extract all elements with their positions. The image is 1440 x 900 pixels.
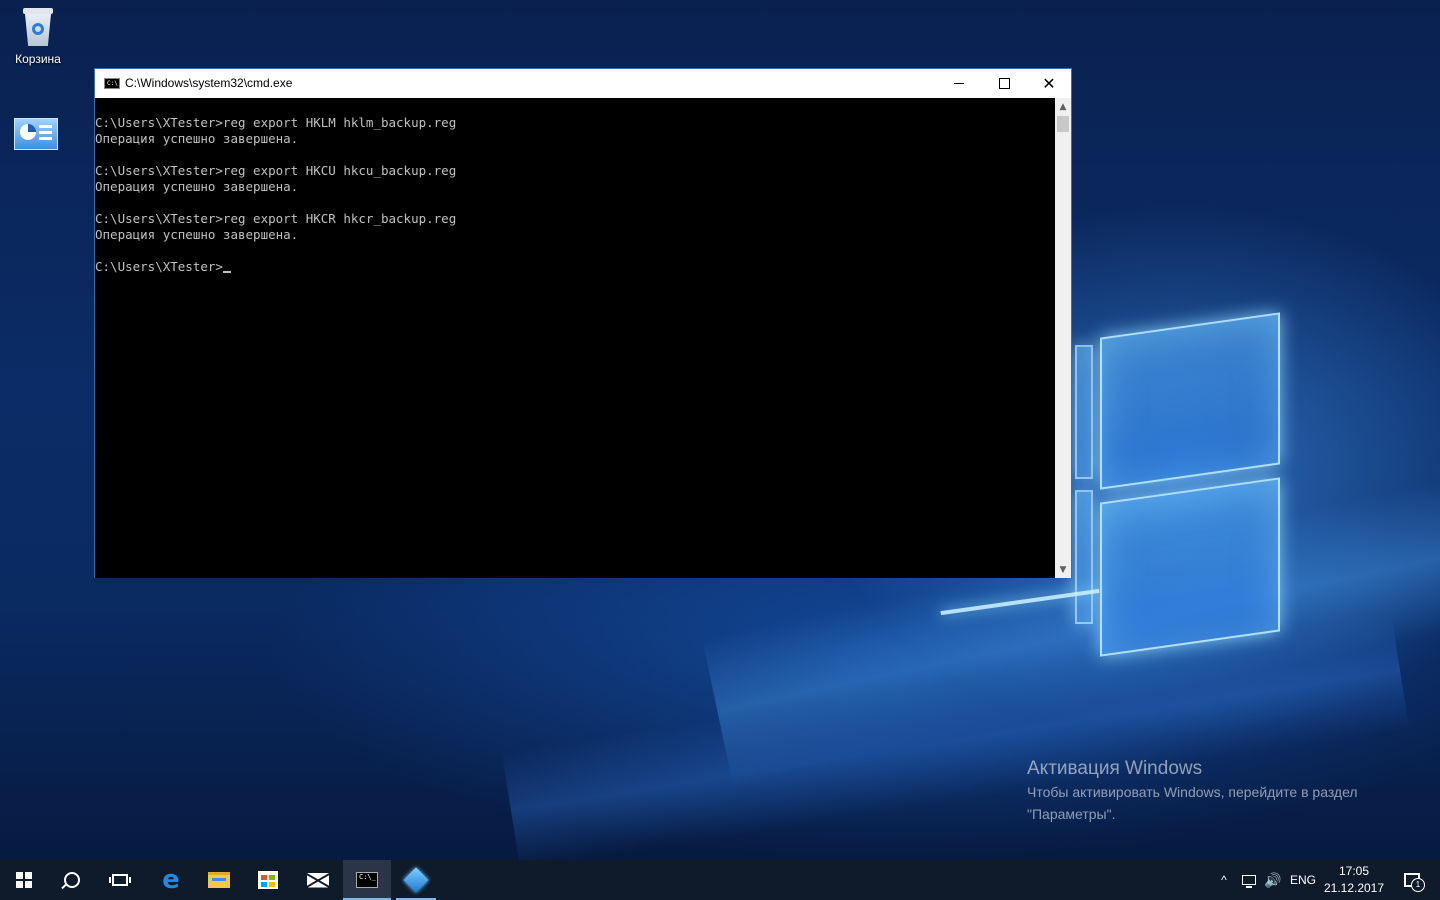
taskbar-cmd[interactable]: C:\_ (343, 860, 391, 900)
wallpaper-logo-pane (1100, 477, 1280, 657)
action-center-button[interactable]: 1 (1394, 860, 1430, 900)
console-line: C:\Users\XTester>reg export HKCU hkcu_ba… (95, 163, 457, 178)
mail-icon (307, 872, 329, 888)
wallpaper-logo-pane (1075, 345, 1093, 479)
notification-count-badge: 1 (1411, 878, 1425, 892)
control-panel-icon (14, 118, 58, 150)
store-icon (258, 871, 278, 889)
taskbar-app[interactable] (392, 860, 440, 900)
close-button[interactable]: ✕ (1026, 69, 1072, 98)
volume-icon: 🔊 (1264, 871, 1282, 888)
activation-line-2: "Параметры". (1027, 806, 1116, 822)
cmd-icon: C:\ (104, 78, 120, 89)
taskbar-store[interactable] (244, 860, 292, 900)
wallpaper-logo-pane (1100, 312, 1280, 490)
vertical-scrollbar[interactable]: ▲ ▼ (1055, 98, 1071, 578)
task-view-button[interactable] (96, 860, 144, 900)
search-icon (64, 872, 80, 888)
language-indicator[interactable]: ENG (1289, 860, 1317, 900)
console-line: Операция успешно завершена. (95, 131, 299, 146)
console-prompt: C:\Users\XTester> (95, 259, 223, 274)
show-hidden-icons-button[interactable]: ^ (1216, 860, 1232, 900)
minimize-button[interactable] (936, 69, 982, 98)
language-label: ENG (1289, 873, 1316, 887)
cube-icon (403, 867, 429, 893)
desktop-icon-control-panel[interactable] (14, 118, 58, 150)
close-icon: ✕ (1042, 73, 1056, 93)
console-line: C:\Users\XTester>reg export HKCR hkcr_ba… (95, 211, 457, 226)
search-button[interactable] (48, 860, 96, 900)
cmd-window: C:\ C:\Windows\system32\cmd.exe ✕ C:\Use… (94, 68, 1072, 578)
scrollbar-thumb[interactable] (1057, 116, 1069, 132)
taskbar-mail[interactable] (294, 860, 342, 900)
activation-watermark: Активация Windows Чтобы активировать Win… (1027, 758, 1358, 824)
taskbar-file-explorer[interactable] (195, 860, 243, 900)
desktop-icon-recycle-bin[interactable]: Корзина (2, 6, 74, 66)
taskbar: e C:\_ ^ 🔊 ENG 17:05 21.12.2017 1 (0, 860, 1440, 900)
taskbar-edge[interactable]: e (147, 860, 195, 900)
task-view-icon (109, 874, 131, 886)
maximize-button[interactable] (981, 69, 1027, 98)
edge-icon: e (162, 865, 180, 895)
console-output[interactable]: C:\Users\XTester>reg export HKLM hklm_ba… (95, 98, 1055, 578)
clock[interactable]: 17:05 21.12.2017 (1322, 860, 1386, 900)
start-button[interactable] (0, 860, 48, 900)
text-cursor (222, 271, 231, 273)
chevron-up-icon: ^ (1221, 873, 1227, 887)
console-line: Операция успешно завершена. (95, 227, 299, 242)
scroll-up-button[interactable]: ▲ (1055, 98, 1071, 115)
window-title: C:\Windows\system32\cmd.exe (125, 76, 293, 90)
activation-title: Активация Windows (1027, 758, 1203, 779)
maximize-icon (998, 78, 1010, 89)
window-titlebar[interactable]: C:\ C:\Windows\system32\cmd.exe ✕ (95, 69, 1071, 98)
wallpaper-logo-pane (1075, 490, 1093, 624)
volume-button[interactable]: 🔊 (1262, 860, 1284, 900)
scroll-down-button[interactable]: ▼ (1055, 561, 1071, 578)
activation-line-1: Чтобы активировать Windows, перейдите в … (1027, 784, 1358, 800)
notification-icon: 1 (1404, 873, 1425, 892)
recycle-bin-icon (21, 6, 55, 48)
cmd-icon: C:\_ (356, 872, 378, 888)
network-icon (1242, 875, 1256, 888)
network-button[interactable] (1240, 860, 1258, 900)
windows-logo-icon (16, 872, 32, 888)
clock-time: 17:05 (1338, 864, 1370, 878)
folder-icon (208, 872, 230, 888)
desktop-icon-label: Корзина (15, 52, 61, 66)
console-line: Операция успешно завершена. (95, 179, 299, 194)
minimize-icon (954, 83, 964, 84)
console-prompt-line[interactable]: C:\Users\XTester> (95, 259, 1055, 275)
console-line: C:\Users\XTester>reg export HKLM hklm_ba… (95, 115, 457, 130)
clock-date: 21.12.2017 (1323, 881, 1385, 895)
